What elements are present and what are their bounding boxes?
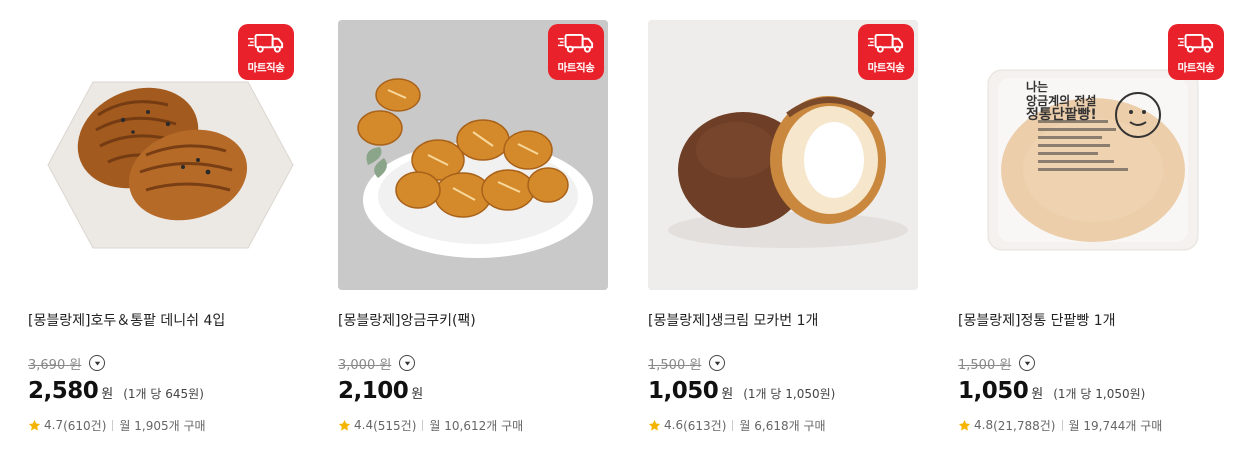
star-icon	[648, 419, 661, 432]
rating-value: 4.6	[664, 418, 684, 432]
star-icon	[338, 419, 351, 432]
currency-label: 원	[1031, 387, 1044, 402]
product-title[interactable]: [몽블랑제]호두＆통팥 데니쉬 4입	[28, 310, 225, 330]
sale-price: 1,050	[958, 378, 1029, 404]
divider	[1061, 419, 1063, 431]
sale-price: 2,580	[28, 378, 99, 404]
delivery-truck-icon	[867, 32, 905, 55]
product-image[interactable]: 나는 앙금계의 전설 정통단팥빵! 마트직송	[958, 20, 1228, 290]
product-title[interactable]: [몽블랑제]생크림 모카번 1개	[648, 310, 818, 330]
chevron-down-icon	[93, 359, 102, 368]
original-price: 3,690 원	[28, 357, 82, 373]
review-count: (515건)	[373, 418, 417, 433]
monthly-purchases: 월 6,618개 구매	[739, 418, 826, 433]
original-price: 1,500 원	[958, 357, 1012, 373]
mart-direct-badge: 마트직송	[548, 24, 604, 80]
unit-price: (1개 당 1,050원)	[743, 387, 836, 401]
rating-value: 4.4	[354, 418, 374, 432]
currency-label: 원	[101, 387, 114, 402]
currency-label: 원	[721, 387, 734, 402]
price-detail-dropdown-button[interactable]	[1019, 355, 1036, 371]
chevron-down-icon	[713, 359, 722, 368]
rating-value: 4.8	[974, 418, 994, 432]
review-count: (610건)	[63, 418, 107, 433]
product-title[interactable]: [몽블랑제]앙금쿠키(팩)	[338, 310, 476, 330]
sale-price: 2,100	[338, 378, 409, 404]
currency-label: 원	[411, 387, 424, 402]
review-count: (613건)	[683, 418, 727, 433]
unit-price: (1개 당 1,050원)	[1053, 387, 1146, 401]
price-detail-dropdown-button[interactable]	[399, 355, 416, 371]
delivery-truck-icon	[557, 32, 595, 55]
price-detail-dropdown-button[interactable]	[89, 355, 106, 371]
chevron-down-icon	[403, 359, 412, 368]
product-title[interactable]: [몽블랑제]정통 단팥빵 1개	[958, 310, 1116, 330]
product-card[interactable]: 나는 앙금계의 전설 정통단팥빵! 마트직송 [몽블랑제]정통 단팥빵 1개 1…	[958, 20, 1228, 450]
product-image[interactable]: 마트직송	[648, 20, 918, 290]
original-price: 1,500 원	[648, 357, 702, 373]
star-icon	[958, 419, 971, 432]
monthly-purchases: 월 1,905개 구매	[119, 418, 206, 433]
mart-direct-badge: 마트직송	[1168, 24, 1224, 80]
monthly-purchases: 월 10,612개 구매	[429, 418, 524, 433]
divider	[732, 419, 734, 431]
product-card[interactable]: 마트직송 [몽블랑제]생크림 모카번 1개 1,500 원 1,050 원 (1…	[648, 20, 918, 450]
mart-direct-badge: 마트직송	[858, 24, 914, 80]
product-card[interactable]: 마트직송 [몽블랑제]앙금쿠키(팩) 3,000 원 2,100 원 4.4 (…	[338, 20, 608, 450]
mart-direct-badge: 마트직송	[238, 24, 294, 80]
product-image[interactable]: 마트직송	[338, 20, 608, 290]
chevron-down-icon	[1023, 359, 1032, 368]
delivery-truck-icon	[247, 32, 285, 55]
package-text: 나는 앙금계의 전설 정통단팥빵!	[1026, 80, 1097, 123]
review-count: (21,788건)	[993, 418, 1056, 433]
monthly-purchases: 월 19,744개 구매	[1068, 418, 1163, 433]
divider	[422, 419, 424, 431]
unit-price: (1개 당 645원)	[123, 387, 204, 401]
divider	[112, 419, 114, 431]
original-price: 3,000 원	[338, 357, 392, 373]
star-icon	[28, 419, 41, 432]
delivery-truck-icon	[1177, 32, 1215, 55]
sale-price: 1,050	[648, 378, 719, 404]
rating-value: 4.7	[44, 418, 64, 432]
price-detail-dropdown-button[interactable]	[709, 355, 726, 371]
product-card[interactable]: 마트직송 [몽블랑제]호두＆통팥 데니쉬 4입 3,690 원 2,580 원 …	[28, 20, 298, 450]
product-image[interactable]: 마트직송	[28, 20, 298, 290]
